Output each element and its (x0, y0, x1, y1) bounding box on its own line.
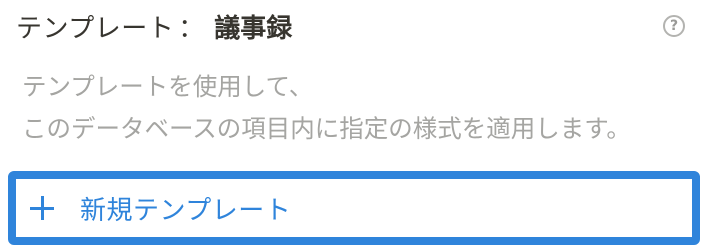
selected-template-name: 議事録 (214, 13, 293, 44)
template-description: テンプレートを使用して、 このデータベースの項目内に指定の様式を適用します。 (22, 66, 702, 150)
new-template-button[interactable]: 新規テンプレート (8, 171, 700, 245)
label-separator: ： (178, 13, 205, 44)
new-template-label: 新規テンプレート (80, 195, 292, 226)
template-label: テンプレート (16, 13, 175, 44)
help-icon[interactable]: ? (663, 15, 685, 37)
description-line-1: テンプレートを使用して、 (22, 72, 314, 101)
template-header: テンプレート ： 議事録 (16, 8, 292, 44)
description-line-2: このデータベースの項目内に指定の様式を適用します。 (22, 114, 631, 143)
plus-icon (30, 196, 54, 220)
